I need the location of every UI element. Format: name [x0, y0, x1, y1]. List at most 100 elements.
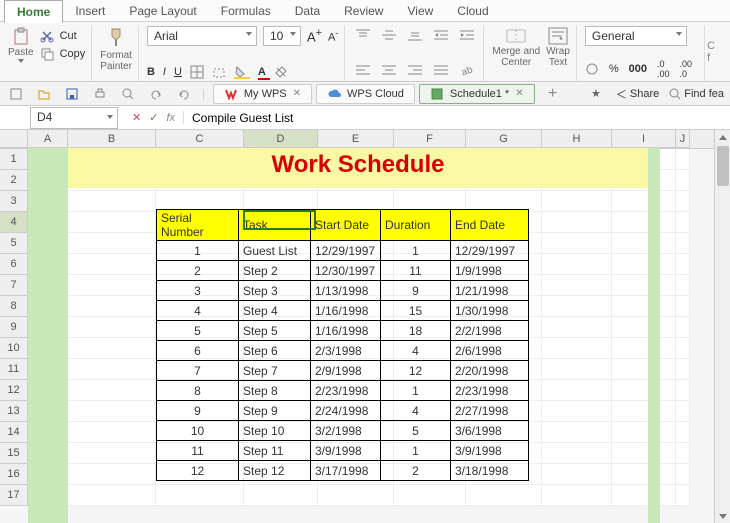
table-cell[interactable]: 12 — [381, 361, 451, 381]
cell-J9[interactable] — [676, 317, 690, 338]
table-cell[interactable]: Step 9 — [239, 401, 311, 421]
cell-J7[interactable] — [676, 275, 690, 296]
table-cell[interactable]: 2 — [381, 461, 451, 481]
cell-B11[interactable] — [68, 359, 156, 380]
clear-format-button[interactable] — [274, 65, 288, 79]
table-cell[interactable]: 2/6/1998 — [451, 341, 529, 361]
table-cell[interactable]: Step 2 — [239, 261, 311, 281]
table-cell[interactable]: 2/27/1998 — [451, 401, 529, 421]
table-cell[interactable]: 12 — [157, 461, 239, 481]
cell-I12[interactable] — [612, 380, 676, 401]
cell-J6[interactable] — [676, 254, 690, 275]
table-cell[interactable]: 1/16/1998 — [311, 301, 381, 321]
wrap-text-button[interactable]: Wrap Text — [546, 26, 570, 68]
cell-B10[interactable] — [68, 338, 156, 359]
row-header-6[interactable]: 6 — [0, 254, 28, 275]
cell-J1[interactable] — [676, 149, 690, 170]
table-cell[interactable]: 11 — [157, 441, 239, 461]
table-cell[interactable]: 1/21/1998 — [451, 281, 529, 301]
table-cell[interactable]: 1 — [381, 441, 451, 461]
cell-J11[interactable] — [676, 359, 690, 380]
row-header-15[interactable]: 15 — [0, 443, 28, 464]
cell-B15[interactable] — [68, 443, 156, 464]
table-cell[interactable]: 1/16/1998 — [311, 321, 381, 341]
orientation-icon[interactable]: ab — [457, 61, 477, 79]
menu-tab-insert[interactable]: Insert — [63, 0, 117, 21]
fx-icon[interactable]: fx — [166, 112, 175, 124]
table-cell[interactable]: 2 — [157, 261, 239, 281]
menu-tab-data[interactable]: Data — [283, 0, 332, 21]
sheet-canvas[interactable]: ABCDEFGHIJ 1234567891011121314151617 Wor… — [0, 130, 714, 523]
row-header-10[interactable]: 10 — [0, 338, 28, 359]
cell-B14[interactable] — [68, 422, 156, 443]
align-center-icon[interactable] — [379, 61, 399, 79]
close-icon[interactable]: ✕ — [293, 88, 301, 99]
row-header-9[interactable]: 9 — [0, 317, 28, 338]
table-cell[interactable]: 8 — [157, 381, 239, 401]
justify-icon[interactable] — [431, 61, 451, 79]
font-size-select[interactable]: 10 — [263, 26, 301, 46]
cell-J17[interactable] — [676, 485, 690, 506]
cut-button[interactable]: Cut — [40, 29, 86, 43]
table-cell[interactable]: 2/3/1998 — [311, 341, 381, 361]
add-tab-button[interactable]: + — [543, 85, 563, 103]
row-header-8[interactable]: 8 — [0, 296, 28, 317]
qa-print-icon[interactable] — [90, 85, 110, 103]
cell-H11[interactable] — [542, 359, 612, 380]
cell-I17[interactable] — [612, 485, 676, 506]
cell-J14[interactable] — [676, 422, 690, 443]
table-cell[interactable]: 15 — [381, 301, 451, 321]
row-header-12[interactable]: 12 — [0, 380, 28, 401]
decimal-dec-icon[interactable]: .00.0 — [680, 59, 693, 79]
fill-color-button[interactable] — [234, 65, 250, 79]
font-color-button[interactable]: A — [258, 66, 266, 78]
col-header-B[interactable]: B — [68, 130, 156, 148]
bold-button[interactable]: B — [147, 66, 155, 78]
name-box[interactable]: D4 — [30, 107, 118, 129]
table-cell[interactable]: 12/30/1997 — [311, 261, 381, 281]
cell-J10[interactable] — [676, 338, 690, 359]
align-left-icon[interactable] — [353, 61, 373, 79]
currency-icon[interactable] — [585, 62, 599, 76]
col-header-A[interactable]: A — [28, 130, 68, 148]
menu-tab-formulas[interactable]: Formulas — [209, 0, 283, 21]
find-button[interactable]: Find fea — [669, 88, 724, 100]
table-cell[interactable]: 4 — [157, 301, 239, 321]
table-cell[interactable]: Step 6 — [239, 341, 311, 361]
cell-H16[interactable] — [542, 464, 612, 485]
cell-I8[interactable] — [612, 296, 676, 317]
cell-J3[interactable] — [676, 191, 690, 212]
table-cell[interactable]: Step 7 — [239, 361, 311, 381]
table-cell[interactable]: 2/23/1998 — [451, 381, 529, 401]
doc-tab-schedule1-[interactable]: Schedule1 *✕ — [419, 84, 535, 104]
cell-B7[interactable] — [68, 275, 156, 296]
table-cell[interactable]: 2/24/1998 — [311, 401, 381, 421]
select-all-corner[interactable] — [0, 130, 28, 148]
row-header-14[interactable]: 14 — [0, 422, 28, 443]
cell-H14[interactable] — [542, 422, 612, 443]
doc-tab-my-wps[interactable]: My WPS✕ — [213, 84, 312, 104]
table-cell[interactable]: Step 10 — [239, 421, 311, 441]
table-cell[interactable]: 3/9/1998 — [451, 441, 529, 461]
table-cell[interactable]: 3/2/1998 — [311, 421, 381, 441]
cell-I4[interactable] — [612, 212, 676, 233]
cell-B13[interactable] — [68, 401, 156, 422]
table-cell[interactable]: 12/29/1997 — [311, 241, 381, 261]
row-header-17[interactable]: 17 — [0, 485, 28, 506]
cancel-edit-button[interactable]: ✕ — [132, 111, 141, 124]
table-cell[interactable]: Step 8 — [239, 381, 311, 401]
cell-C17[interactable] — [156, 485, 244, 506]
cell-J12[interactable] — [676, 380, 690, 401]
table-cell[interactable]: 2/2/1998 — [451, 321, 529, 341]
col-header-C[interactable]: C — [156, 130, 244, 148]
cell-J13[interactable] — [676, 401, 690, 422]
format-painter-button[interactable]: Format Painter — [100, 26, 132, 72]
cell-H6[interactable] — [542, 254, 612, 275]
scroll-up-icon[interactable] — [715, 130, 730, 144]
table-cell[interactable]: Step 4 — [239, 301, 311, 321]
row-header-7[interactable]: 7 — [0, 275, 28, 296]
cell-I15[interactable] — [612, 443, 676, 464]
border-style-button[interactable] — [212, 65, 226, 79]
cell-I13[interactable] — [612, 401, 676, 422]
col-header-D[interactable]: D — [244, 130, 318, 148]
